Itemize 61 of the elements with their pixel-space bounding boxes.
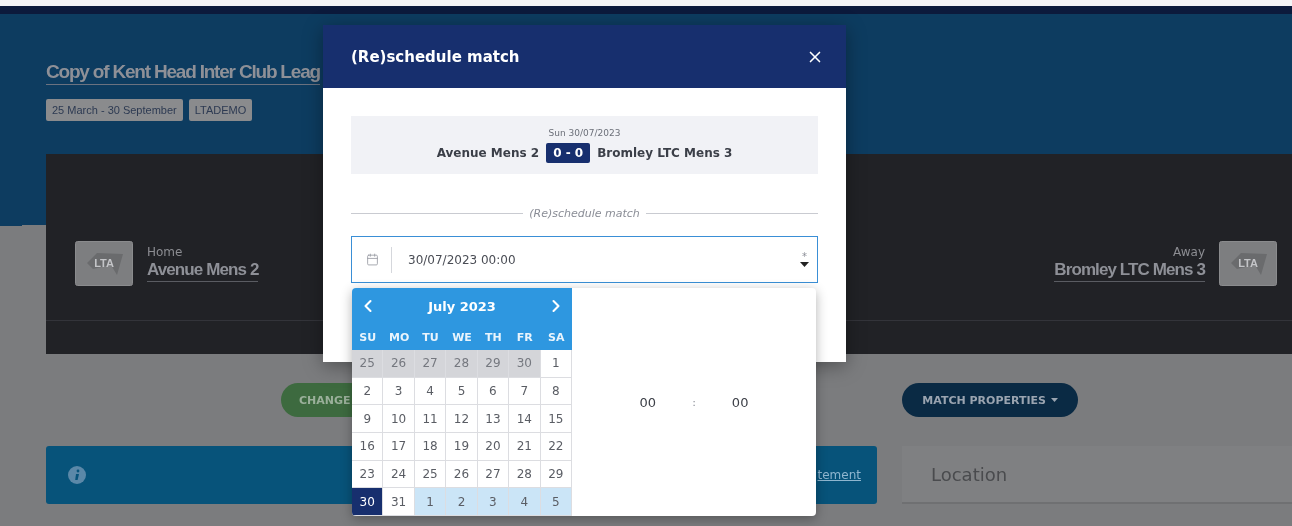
hours-value[interactable]: 00 bbox=[639, 394, 657, 410]
calendar-day[interactable]: 11 bbox=[414, 405, 447, 433]
weekday-label: SU bbox=[358, 330, 378, 344]
calendar-day[interactable]: 2 bbox=[352, 377, 384, 406]
league-title[interactable]: Copy of Kent Head Inter Club Leag bbox=[46, 60, 320, 85]
calendar-day[interactable]: 13 bbox=[477, 405, 510, 433]
away-team-link[interactable]: Bromley LTC Mens 3 bbox=[1054, 258, 1205, 282]
calendar-day[interactable]: 15 bbox=[540, 405, 572, 433]
weekday-label: FR bbox=[515, 330, 534, 344]
calendar-day[interactable]: 9 bbox=[352, 405, 384, 433]
calendar-day[interactable]: 10 bbox=[383, 405, 415, 433]
calendar-day[interactable]: 21 bbox=[509, 433, 541, 461]
away-team: Bromley LTC Mens 3 bbox=[597, 145, 733, 160]
info-icon bbox=[68, 466, 86, 484]
calendar-day[interactable]: 19 bbox=[446, 433, 478, 461]
calendar-day[interactable]: 23 bbox=[352, 460, 384, 489]
caret-icon bbox=[1051, 398, 1058, 402]
time-separator: : bbox=[692, 395, 696, 409]
calendar-day[interactable]: 1 bbox=[414, 488, 447, 516]
calendar-day[interactable]: 2 bbox=[446, 488, 478, 516]
weekday-label: TH bbox=[484, 330, 503, 344]
calendar-day[interactable]: 28 bbox=[509, 460, 541, 489]
caret-icon[interactable] bbox=[800, 262, 809, 267]
calendar-day[interactable]: 30 bbox=[352, 488, 384, 516]
calendar-day[interactable]: 14 bbox=[509, 405, 541, 433]
weekday-label: TU bbox=[421, 330, 440, 344]
home-team-link[interactable]: Avenue Mens 2 bbox=[147, 258, 259, 282]
weekday-label: MO bbox=[387, 330, 411, 344]
dialog-title: (Re)schedule match bbox=[351, 47, 520, 66]
weekday-label: WE bbox=[451, 330, 473, 344]
calendar-day[interactable]: 24 bbox=[383, 460, 415, 489]
team-logo: LTA bbox=[1219, 240, 1277, 286]
required-mark: * bbox=[802, 252, 807, 262]
statement-link[interactable]: tement bbox=[817, 468, 861, 482]
calendar-day[interactable]: 17 bbox=[383, 433, 415, 461]
datetime-input[interactable]: 30/07/2023 00:00 bbox=[392, 251, 800, 268]
calendar-day[interactable]: 31 bbox=[383, 488, 415, 516]
calendar-day[interactable]: 16 bbox=[352, 433, 384, 461]
match-properties-button[interactable]: MATCH PROPERTIES bbox=[902, 383, 1078, 417]
match-date: Sun 30/07/2023 bbox=[548, 127, 621, 138]
calendar-day[interactable]: 5 bbox=[540, 488, 572, 516]
home-team: Avenue Mens 2 bbox=[436, 145, 540, 160]
calendar-day[interactable]: 12 bbox=[446, 405, 478, 433]
calendar-day[interactable]: 5 bbox=[446, 377, 478, 406]
team-logo: LTA bbox=[75, 240, 133, 286]
home-label: Home bbox=[147, 244, 183, 259]
section-label: (Re)schedule match bbox=[529, 207, 640, 220]
score-badge: 0 - 0 bbox=[546, 142, 591, 163]
date-tag: 25 March - 30 September bbox=[46, 99, 183, 121]
calendar-day[interactable]: 3 bbox=[477, 488, 510, 516]
calendar-icon bbox=[366, 253, 379, 266]
calendar-day[interactable]: 3 bbox=[383, 377, 415, 406]
date-tag: LTADEMO bbox=[188, 99, 253, 121]
minutes-value[interactable]: 00 bbox=[731, 394, 749, 410]
calendar-day[interactable]: 1 bbox=[540, 350, 572, 378]
weekday-label: SA bbox=[547, 330, 566, 344]
calendar-day[interactable]: 7 bbox=[509, 377, 541, 406]
datetime-field[interactable]: 30/07/2023 00:00 * bbox=[351, 236, 818, 283]
away-label: Away bbox=[1173, 244, 1205, 259]
calendar-day[interactable]: 26 bbox=[446, 460, 478, 489]
calendar-day[interactable]: 4 bbox=[509, 488, 541, 516]
